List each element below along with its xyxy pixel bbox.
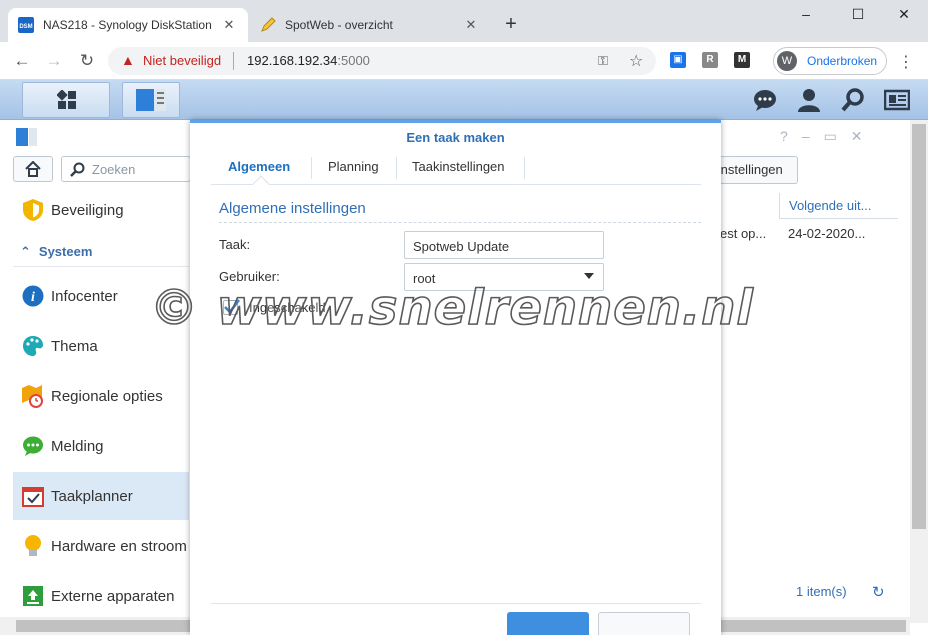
sidebar-divider [13, 266, 189, 267]
url-host: 192.168.192.34 [247, 53, 338, 68]
kebab-menu-icon[interactable]: ⋮ [898, 52, 914, 72]
tab-taakinstellingen[interactable]: Taakinstellingen [412, 152, 505, 184]
close-tab-icon[interactable]: ✕ [462, 17, 480, 33]
sidebar-item-beveiliging[interactable]: Beveiliging [13, 186, 189, 234]
browser-tab-title: NAS218 - Synology DiskStation [43, 18, 212, 32]
url-port: :5000 [337, 53, 370, 68]
back-arrow-icon[interactable]: ← [10, 50, 34, 72]
warning-triangle-icon[interactable]: ▲ [121, 52, 135, 68]
extension-blue-icon[interactable]: ▣ [670, 52, 686, 68]
url-text[interactable]: 192.168.192.34:5000 [247, 53, 370, 68]
profile-button[interactable]: W Onderbroken [773, 47, 887, 75]
task-label: Taak: [219, 237, 251, 252]
window-controls[interactable]: ?–▭✕ [780, 128, 877, 145]
browser-tab-spotweb[interactable]: SpotWeb - overzicht ✕ [250, 8, 490, 42]
shield-icon [21, 198, 45, 222]
tab-separator [396, 157, 397, 179]
search-icon[interactable] [840, 87, 866, 113]
security-label[interactable]: Niet beveiligd [143, 53, 221, 68]
widgets-icon[interactable] [884, 87, 910, 113]
magnifier-icon [70, 162, 85, 177]
user-icon[interactable] [796, 87, 822, 113]
sidebar-item-label: Infocenter [51, 287, 118, 305]
grid-icon [57, 90, 76, 109]
map-clock-icon [21, 384, 45, 408]
sidebar-item-label: Hardware en stroom [51, 537, 187, 555]
sidebar-item-regionale-opties[interactable]: Regionale opties [13, 372, 189, 420]
sidebar-item-hardware-en-stroom[interactable]: Hardware en stroom [13, 522, 189, 570]
bulb-icon [21, 534, 45, 558]
sidebar-item-taakplanner[interactable]: Taakplanner [13, 472, 189, 520]
table-cell-action: est op... [720, 226, 767, 241]
settings-button-label: Instellingen [717, 162, 783, 177]
chevron-down-icon[interactable] [584, 273, 594, 279]
dialog-title: Een taak maken [406, 130, 505, 145]
tab-planning[interactable]: Planning [328, 152, 379, 184]
profile-label: Onderbroken [807, 54, 878, 68]
chevron-up-icon: ⌃ [20, 244, 31, 259]
star-icon[interactable]: ☆ [629, 51, 643, 71]
table-cell-next-run: 24-02-2020... [788, 226, 866, 241]
watermark: © www.snelrennen.nl [149, 279, 754, 337]
extension-r-icon[interactable]: R [702, 52, 718, 68]
close-window-button[interactable]: ✕ [890, 6, 918, 28]
key-icon[interactable]: ⚿ [598, 53, 608, 69]
svg-text:DSM: DSM [19, 24, 32, 30]
sidebar-item-label: Thema [51, 337, 98, 355]
new-tab-button[interactable]: + [500, 13, 522, 35]
home-button[interactable] [13, 156, 53, 182]
task-name-input[interactable]: Spotweb Update [404, 231, 604, 259]
palette-icon [21, 334, 45, 358]
screen: DSM NAS218 - Synology DiskStation ✕ Spot… [0, 0, 928, 635]
sidebar-item-label: Regionale opties [51, 387, 163, 405]
section-divider [219, 222, 701, 223]
vertical-scroll-thumb[interactable] [912, 124, 926, 529]
browser-tab-title: SpotWeb - overzicht [285, 18, 393, 32]
sidebar-item-label: Externe apparaten [51, 587, 175, 605]
sidebar-group-systeem[interactable]: ⌃ Systeem [20, 244, 92, 260]
main-menu-button[interactable] [22, 82, 110, 118]
sidebar-item-melding[interactable]: Melding [13, 422, 189, 470]
sidebar-item-label: Taakplanner [51, 487, 133, 505]
search-placeholder: Zoeken [92, 162, 136, 177]
tab-separator [311, 157, 312, 179]
address-divider [233, 52, 234, 70]
forward-arrow-icon[interactable]: → [42, 50, 66, 72]
sidebar-group-label: Systeem [38, 244, 93, 259]
calendar-check-icon [21, 484, 45, 508]
sidebar-item-label: Melding [51, 437, 104, 455]
column-header-next-run[interactable]: Volgende uit... [779, 193, 898, 219]
section-title: Algemene instellingen [219, 200, 366, 217]
chat-bubble-icon [21, 434, 45, 458]
upload-box-icon [21, 584, 45, 608]
create-task-dialog [190, 120, 721, 635]
dialog-footer-divider [211, 603, 701, 604]
refresh-icon[interactable]: ↻ [872, 583, 885, 601]
avatar: W [777, 51, 797, 71]
chat-icon[interactable] [752, 87, 778, 113]
maximize-button[interactable]: ☐ [844, 6, 872, 28]
sidebar-item-label: Beveiliging [51, 201, 124, 219]
dsm-favicon-icon: DSM [18, 17, 34, 33]
info-icon: i [21, 284, 45, 308]
ok-button[interactable] [507, 612, 589, 635]
cancel-button[interactable] [598, 612, 690, 635]
control-panel-small-icon [16, 128, 37, 146]
minimize-button[interactable]: – [792, 6, 820, 28]
control-panel-icon [136, 89, 166, 111]
tab-separator [524, 157, 525, 179]
sidebar-item-externe-apparaten[interactable]: Externe apparaten [13, 572, 189, 620]
pencil-favicon-icon [260, 17, 276, 33]
svg-text:i: i [31, 290, 35, 305]
control-panel-taskbar-button[interactable] [122, 82, 180, 118]
reload-icon[interactable]: ↻ [75, 50, 99, 72]
extension-m-icon[interactable]: M [734, 52, 750, 68]
browser-tab-dsm[interactable]: DSM NAS218 - Synology DiskStation ✕ [8, 8, 248, 42]
home-icon [25, 161, 41, 177]
close-tab-icon[interactable]: ✕ [220, 17, 238, 33]
items-count: 1 item(s) [796, 584, 847, 599]
